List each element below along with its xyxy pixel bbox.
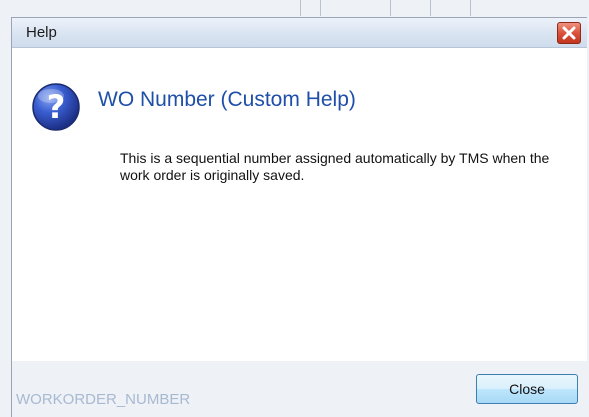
background-grid-line xyxy=(390,0,391,16)
help-body-text: This is a sequential number assigned aut… xyxy=(120,150,550,183)
background-grid-line xyxy=(320,0,321,16)
background-grid-line xyxy=(430,0,431,16)
close-x-icon[interactable] xyxy=(557,22,581,44)
field-code-label: WORKORDER_NUMBER xyxy=(16,391,191,408)
background-grid-line xyxy=(470,0,471,16)
svg-text:?: ? xyxy=(47,88,66,126)
dialog-title: Help xyxy=(26,24,57,41)
help-dialog: Help ? WO Number (Custom Help) This is a… xyxy=(11,17,587,417)
help-question-icon: ? xyxy=(31,82,81,137)
dialog-titlebar: Help xyxy=(12,18,587,48)
close-button[interactable]: Close xyxy=(476,374,578,404)
background-grid-line xyxy=(300,0,301,16)
help-heading: WO Number (Custom Help) xyxy=(98,88,356,111)
